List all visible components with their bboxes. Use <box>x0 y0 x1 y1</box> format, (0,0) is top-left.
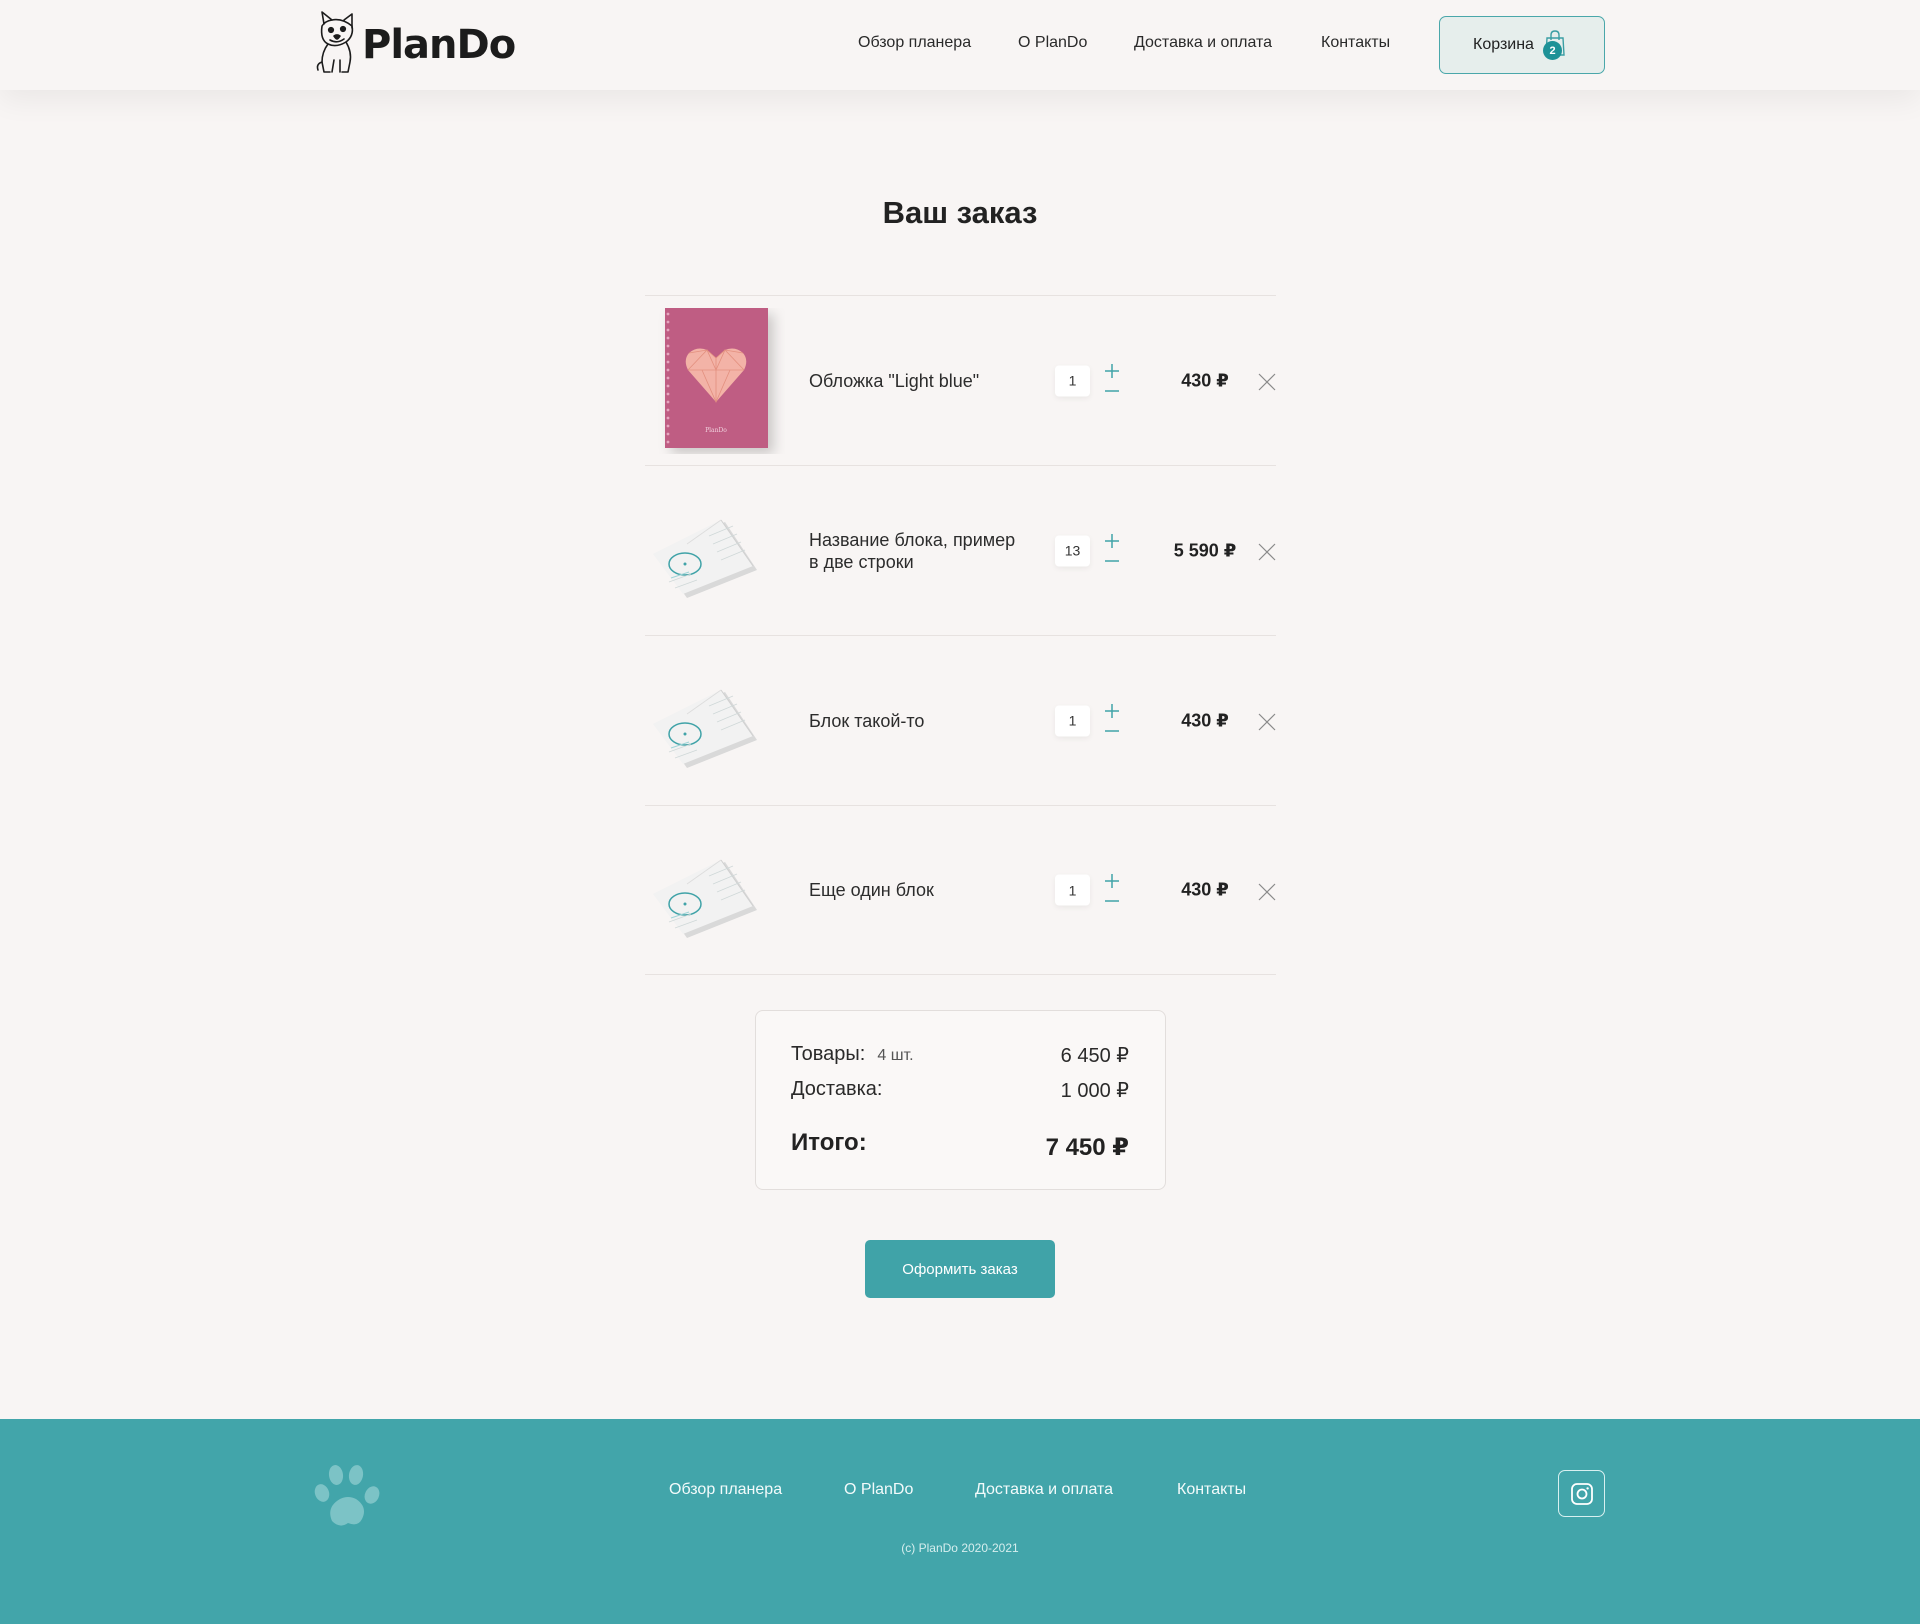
item-name: Блок такой-то <box>809 710 925 731</box>
cart-label: Корзина <box>1473 36 1534 53</box>
nav-link-overview[interactable]: Обзор планера <box>858 34 971 52</box>
order-item: Блок такой-то 1 430 ₽ <box>645 635 1276 805</box>
plus-icon[interactable] <box>1104 363 1120 379</box>
order-item: Название блока, пример в две строки 13 5… <box>645 465 1276 635</box>
cart-count-badge: 2 <box>1543 41 1562 60</box>
item-name: Название блока, пример в две строки <box>809 529 1016 572</box>
delivery-value: 1 000 ₽ <box>1060 1080 1129 1102</box>
item-price: 430 ₽ <box>1181 879 1229 900</box>
logo[interactable]: PlanDo <box>312 10 516 74</box>
minus-icon[interactable] <box>1104 723 1120 739</box>
svg-text:PlanDo: PlanDo <box>705 427 727 434</box>
close-icon[interactable] <box>1258 373 1276 391</box>
item-price: 430 ₽ <box>1181 370 1229 390</box>
nav-link-contacts[interactable]: Контакты <box>1321 34 1390 52</box>
cart-button[interactable]: Корзина <box>1439 16 1605 74</box>
footer-link-overview[interactable]: Обзор планера <box>669 1481 782 1499</box>
plus-icon[interactable] <box>1104 533 1120 549</box>
goods-label: Товары: <box>791 1043 866 1065</box>
quantity-field[interactable]: 1 <box>1055 705 1090 736</box>
item-name: Обложка "Light blue" <box>809 370 980 391</box>
close-icon[interactable] <box>1258 883 1276 901</box>
nav-link-about[interactable]: О PlanDo <box>1018 34 1087 52</box>
order-item: Еще один блок 1 430 ₽ <box>645 805 1276 975</box>
total-label: Итого: <box>791 1129 867 1156</box>
quantity-field[interactable]: 1 <box>1055 365 1090 396</box>
nav-link-delivery[interactable]: Доставка и оплата <box>1134 34 1272 52</box>
close-icon[interactable] <box>1258 543 1276 561</box>
goods-label-row: Товары: 4 шт. <box>791 1043 914 1066</box>
minus-icon[interactable] <box>1104 553 1120 569</box>
total-value: 7 450 ₽ <box>1045 1134 1129 1161</box>
footer-link-contacts[interactable]: Контакты <box>1177 1481 1246 1499</box>
order-list: PlanDo Обложка "Light blue" 1 430 ₽ Назв… <box>645 295 1276 975</box>
item-price: 5 590 ₽ <box>1173 540 1237 560</box>
quantity-field[interactable]: 13 <box>1055 535 1090 566</box>
site-footer: Обзор планера О PlanDo Доставка и оплата… <box>0 1419 1920 1624</box>
plus-icon[interactable] <box>1104 873 1120 889</box>
plus-icon[interactable] <box>1104 703 1120 719</box>
minus-icon[interactable] <box>1104 383 1120 399</box>
minus-icon[interactable] <box>1104 893 1120 909</box>
instagram-button[interactable] <box>1558 1470 1605 1517</box>
goods-count: 4 шт. <box>877 1047 914 1064</box>
copyright: (c) PlanDo 2020-2021 <box>901 1541 1019 1555</box>
site-header: PlanDo Обзор планера О PlanDo Доставка и… <box>0 0 1920 90</box>
footer-link-delivery[interactable]: Доставка и оплата <box>975 1481 1113 1499</box>
quantity-field[interactable]: 1 <box>1055 874 1090 906</box>
product-image[interactable] <box>645 648 785 794</box>
order-item: PlanDo Обложка "Light blue" 1 430 ₽ <box>645 295 1276 465</box>
brand-name: PlanDo <box>362 22 516 68</box>
order-summary: Товары: 4 шт. 6 450 ₽ Доставка: 1 000 ₽ И… <box>755 1010 1166 1190</box>
close-icon[interactable] <box>1258 713 1276 731</box>
bulldog-logo-icon <box>316 11 354 73</box>
page-title: Ваш заказ <box>882 195 1038 230</box>
checkout-button[interactable]: Оформить заказ <box>865 1240 1055 1298</box>
item-price: 430 ₽ <box>1181 710 1229 730</box>
footer-link-about[interactable]: О PlanDo <box>844 1481 913 1499</box>
delivery-label: Доставка: <box>791 1078 883 1100</box>
goods-value: 6 450 ₽ <box>1060 1045 1129 1067</box>
product-image[interactable]: PlanDo <box>645 308 785 454</box>
item-name: Еще один блок <box>809 880 934 900</box>
product-image[interactable] <box>645 478 785 624</box>
instagram-icon <box>1570 1482 1593 1505</box>
product-image[interactable] <box>645 818 785 964</box>
paw-icon[interactable] <box>312 1463 382 1533</box>
